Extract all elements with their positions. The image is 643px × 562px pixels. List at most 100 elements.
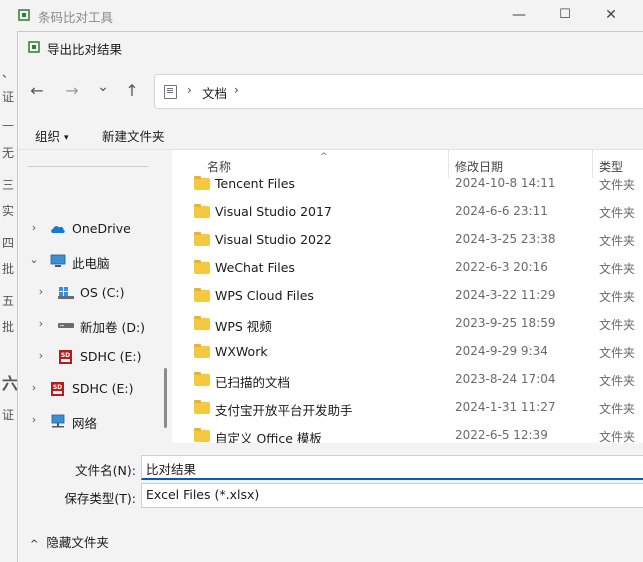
windows-drive-icon xyxy=(58,287,74,299)
filetype-label: 保存类型(T): xyxy=(64,491,136,506)
file-row[interactable]: Visual Studio 2022 2024-3-25 23:38 文件夹 xyxy=(172,226,643,254)
tree-item-label: 网络 xyxy=(72,416,98,431)
chevron-down-icon[interactable]: ⌄ xyxy=(28,253,40,266)
file-row[interactable]: 支付宝开放平台开发助手 2024-1-31 11:27 文件夹 xyxy=(172,394,643,422)
folder-icon xyxy=(194,344,210,358)
parent-text-fragment: 证 xyxy=(2,408,15,422)
chevron-right-icon[interactable]: › xyxy=(28,381,40,394)
sd-card-icon: SD xyxy=(59,350,72,364)
maximize-button[interactable]: ☐ xyxy=(542,4,588,26)
file-list: ^ 名称 修改日期 类型 Tencent Files 2024-10-8 14:… xyxy=(172,150,643,443)
file-type: 文件夹 xyxy=(599,206,636,220)
folder-icon xyxy=(194,316,210,330)
nav-scrollbar-thumb[interactable] xyxy=(164,368,167,428)
tree-item-network[interactable]: › 网络 xyxy=(18,408,158,434)
forward-arrow-icon[interactable]: → xyxy=(61,80,83,102)
recent-locations-chevron-icon[interactable]: ⌄ xyxy=(92,76,114,98)
hide-folders-label: 隐藏文件夹 xyxy=(46,535,109,550)
breadcrumb-documents[interactable]: 文档 xyxy=(202,83,227,102)
chevron-right-icon[interactable]: › xyxy=(35,317,47,330)
file-row[interactable]: 自定义 Office 模板 2022-6-5 12:39 文件夹 xyxy=(172,422,643,443)
close-button[interactable]: ✕ xyxy=(588,4,634,26)
file-type: 文件夹 xyxy=(599,290,636,304)
tree-item-label: OneDrive xyxy=(72,221,131,236)
file-date: 2024-3-25 23:38 xyxy=(455,232,556,246)
parent-window-title: 条码比对工具 xyxy=(38,10,114,25)
file-name: Visual Studio 2017 xyxy=(215,204,332,219)
chevron-right-icon[interactable]: › xyxy=(28,221,40,234)
parent-text-fragment: 实 xyxy=(2,204,15,218)
file-row[interactable]: Tencent Files 2024-10-8 14:11 文件夹 xyxy=(172,170,643,198)
computer-icon xyxy=(50,254,66,267)
minimize-button[interactable]: — xyxy=(496,4,542,26)
file-row[interactable]: WPS 视频 2023-9-25 18:59 文件夹 xyxy=(172,310,643,338)
dialog-titlebar: 导出比对结果 xyxy=(18,32,643,62)
command-bar: 组织 ▾ 新建文件夹 xyxy=(18,120,643,150)
file-name: WPS Cloud Files xyxy=(215,288,314,303)
navigation-pane: › OneDrive ⌄ 此电脑 › OS (C:) › 新加卷 (D:) › … xyxy=(18,150,168,443)
file-name: 已扫描的文档 xyxy=(215,375,291,390)
folder-icon xyxy=(194,232,210,246)
tree-item-label: SDHC (E:) xyxy=(72,381,134,396)
file-row[interactable]: WPS Cloud Files 2024-3-22 11:29 文件夹 xyxy=(172,282,643,310)
chevron-right-icon[interactable]: › xyxy=(28,413,40,426)
folder-icon xyxy=(194,288,210,302)
file-name: WeChat Files xyxy=(215,260,295,275)
chevron-right-icon[interactable]: › xyxy=(35,285,47,298)
file-row[interactable]: 已扫描的文档 2023-8-24 17:04 文件夹 xyxy=(172,366,643,394)
parent-text-fragment: 四 xyxy=(2,236,15,250)
tree-item-this-pc[interactable]: ⌄ 此电脑 xyxy=(18,248,158,274)
file-name: Tencent Files xyxy=(215,176,295,191)
file-name: WPS 视频 xyxy=(215,319,272,334)
file-date: 2022-6-3 20:16 xyxy=(455,260,548,274)
tree-item-sdhc-e[interactable]: › SD SDHC (E:) xyxy=(18,376,158,402)
drive-icon xyxy=(58,323,74,328)
sd-card-icon: SD xyxy=(51,382,64,396)
nav-divider xyxy=(28,166,148,167)
tree-item-drive-d[interactable]: › 新加卷 (D:) xyxy=(18,312,158,338)
file-row[interactable]: WeChat Files 2022-6-3 20:16 文件夹 xyxy=(172,254,643,282)
hide-folders-button[interactable]: ^ 隐藏文件夹 xyxy=(30,532,109,551)
parent-text-fragment: — xyxy=(2,118,14,132)
file-type: 文件夹 xyxy=(599,402,636,416)
breadcrumb-separator-icon[interactable]: › xyxy=(234,83,239,97)
svg-text:SD: SD xyxy=(61,352,70,359)
tree-item-drive-c[interactable]: › OS (C:) xyxy=(18,280,158,306)
navigation-bar: ← → ⌄ ↑ › 文档 › xyxy=(18,72,643,109)
file-name: 支付宝开放平台开发助手 xyxy=(215,403,353,418)
new-folder-button[interactable]: 新建文件夹 xyxy=(102,126,165,145)
file-type: 文件夹 xyxy=(599,318,636,332)
parent-text-fragment: 五 xyxy=(2,294,15,308)
organize-label: 组织 xyxy=(35,129,61,144)
parent-text-fragment: 、 xyxy=(2,66,15,80)
network-icon xyxy=(51,414,65,428)
app-icon xyxy=(28,41,40,53)
tree-item-sdhc-e-nested[interactable]: › SD SDHC (E:) xyxy=(18,344,158,370)
up-arrow-icon[interactable]: ↑ xyxy=(121,80,143,102)
folder-icon xyxy=(194,400,210,414)
cloud-icon xyxy=(51,226,65,233)
organize-button[interactable]: 组织 ▾ xyxy=(35,126,69,145)
address-bar[interactable]: › 文档 › xyxy=(154,74,643,109)
tree-item-label: 此电脑 xyxy=(72,256,110,271)
filename-input[interactable]: 比对结果 xyxy=(141,455,643,480)
file-date: 2024-3-22 11:29 xyxy=(455,288,556,302)
app-icon xyxy=(18,9,30,21)
file-row[interactable]: WXWork 2024-9-29 9:34 文件夹 xyxy=(172,338,643,366)
filename-label: 文件名(N): xyxy=(75,463,136,478)
tree-item-label: OS (C:) xyxy=(80,285,125,300)
folder-icon xyxy=(194,428,210,442)
folder-icon xyxy=(194,260,210,274)
back-arrow-icon[interactable]: ← xyxy=(26,80,48,102)
file-date: 2023-9-25 18:59 xyxy=(455,316,556,330)
file-row[interactable]: Visual Studio 2017 2024-6-6 23:11 文件夹 xyxy=(172,198,643,226)
dropdown-caret-icon: ▾ xyxy=(64,133,69,143)
parent-text-fragment: 批 xyxy=(2,262,15,276)
filetype-select[interactable]: Excel Files (*.xlsx) xyxy=(141,483,643,508)
breadcrumb-separator-icon[interactable]: › xyxy=(187,83,192,97)
chevron-up-icon: ^ xyxy=(30,539,39,550)
file-date: 2024-6-6 23:11 xyxy=(455,204,548,218)
save-dialog: 导出比对结果 ← → ⌄ ↑ › 文档 › 组织 ▾ 新建文件夹 › OneDri… xyxy=(17,31,643,562)
tree-item-onedrive[interactable]: › OneDrive xyxy=(18,216,158,242)
chevron-right-icon[interactable]: › xyxy=(35,349,47,362)
